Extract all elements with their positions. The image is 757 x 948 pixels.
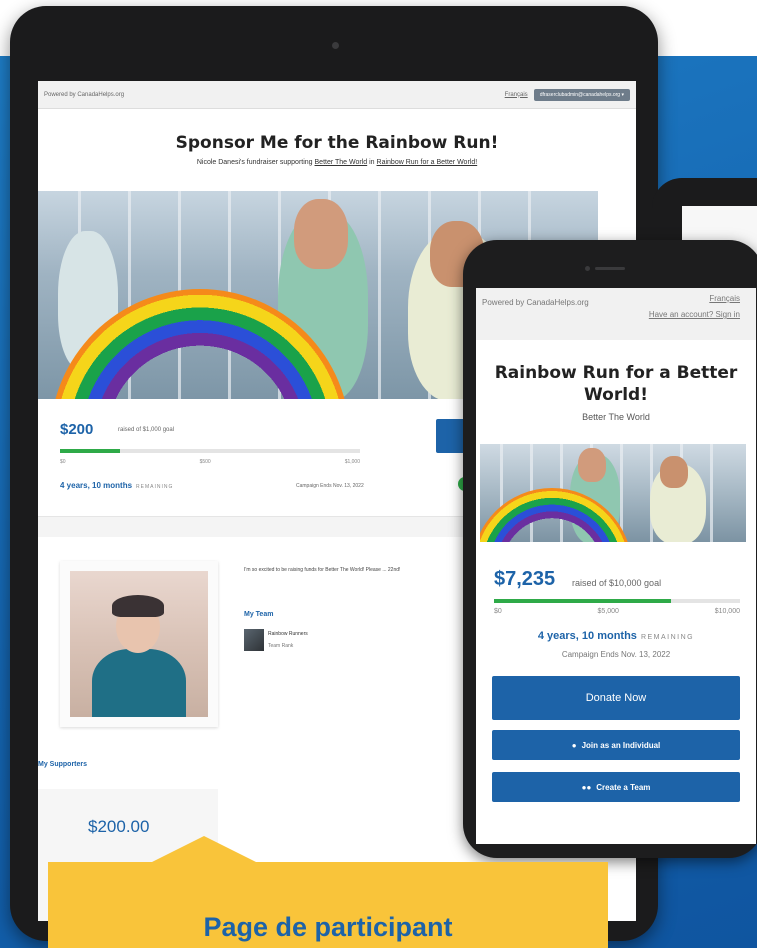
campaign-end-date: Campaign Ends Nov. 13, 2022 — [561, 650, 671, 659]
team-name-link[interactable]: Rainbow Runners — [268, 631, 308, 637]
raised-amount: $200 — [60, 421, 94, 438]
create-team-label: Create a Team — [596, 782, 651, 792]
campaign-banner-image — [480, 444, 746, 542]
progress-ticks: $0 $500 $1,000 — [60, 459, 360, 465]
progress-bar — [494, 599, 740, 603]
remaining-label: REMAINING — [136, 484, 174, 490]
powered-by-text: Powered by CanadaHelps.org — [482, 298, 589, 307]
tick-label: $5,000 — [597, 608, 619, 615]
raised-goal-text: raised of $1,000 goal — [118, 427, 175, 433]
time-remaining-value: 4 years, 10 months — [60, 481, 133, 490]
callout-pointer — [148, 836, 260, 864]
time-remaining: 4 years, 10 months REMAINING — [476, 630, 756, 642]
tick-label: $500 — [199, 459, 211, 465]
tablet-camera — [332, 42, 339, 49]
team-rank-link[interactable]: Team Rank — [268, 643, 293, 649]
progress-bar — [60, 449, 360, 453]
subtitle-mid: in — [369, 159, 375, 166]
tick-label: $0 — [60, 459, 66, 465]
participant-photo-card — [60, 561, 218, 727]
phone-screen: Powered by CanadaHelps.org Français Have… — [476, 288, 756, 844]
supporters-heading: My Supporters — [38, 761, 88, 768]
team-heading: My Team — [244, 611, 274, 618]
participant-photo — [70, 571, 208, 717]
remaining-label: REMAINING — [640, 634, 695, 641]
phone-topbar: Powered by CanadaHelps.org Français Have… — [476, 288, 756, 340]
callout-text: Page de participant — [203, 912, 453, 942]
create-team-button[interactable]: ●● Create a Team — [492, 772, 740, 802]
language-link[interactable]: Français — [709, 294, 740, 303]
raised-amount: $7,235 — [494, 568, 556, 590]
tablet-topbar: Powered by CanadaHelps.org Français dfra… — [38, 81, 636, 109]
tick-label: $0 — [494, 608, 502, 615]
subtitle-prefix: Nicole Danesi's fundraiser supporting — [196, 159, 313, 166]
join-individual-label: Join as an Individual — [581, 740, 661, 750]
charity-link[interactable]: Better The World — [315, 159, 368, 166]
account-email: dfraserclubadmin@canadahelps.org — [539, 91, 621, 98]
page-title: Sponsor Me for the Rainbow Run! — [175, 133, 499, 153]
campaign-link[interactable]: Rainbow Run for a Better World! — [377, 159, 478, 166]
phone-camera — [585, 266, 590, 271]
campaign-title: Rainbow Run for a Better World! — [494, 363, 738, 405]
team-icon: ●● — [581, 782, 592, 792]
language-link[interactable]: Français — [505, 92, 528, 98]
team-avatar[interactable] — [244, 629, 264, 651]
account-menu[interactable]: dfraserclubadmin@canadahelps.org ▾ — [533, 88, 630, 101]
tick-label: $1,000 — [344, 459, 360, 465]
charity-name: Better The World — [582, 412, 650, 422]
phone-speaker — [595, 267, 625, 270]
time-remaining-value: 4 years, 10 months — [537, 630, 637, 642]
progress-bar-fill — [494, 599, 672, 603]
page-subtitle: Nicole Danesi's fundraiser supporting Be… — [38, 159, 636, 166]
user-icon: ● — [571, 740, 577, 750]
phone-device: Powered by CanadaHelps.org Français Have… — [463, 240, 757, 858]
time-remaining: 4 years, 10 months REMAINING — [60, 481, 173, 490]
supporter-amount: $200.00 — [88, 817, 150, 836]
campaign-end-date: Campaign Ends Nov. 13, 2022 — [296, 483, 364, 489]
donate-now-button[interactable]: Donate Now — [492, 676, 740, 720]
tick-label: $10,000 — [714, 608, 740, 615]
powered-by-text: Powered by CanadaHelps.org — [44, 91, 125, 98]
progress-bar-fill — [60, 449, 120, 453]
raised-goal-text: raised of $10,000 goal — [572, 578, 662, 588]
join-individual-button[interactable]: ● Join as an Individual — [492, 730, 740, 760]
progress-ticks: $0 $5,000 $10,000 — [494, 608, 740, 615]
signin-link[interactable]: Have an account? Sign in — [649, 310, 740, 319]
